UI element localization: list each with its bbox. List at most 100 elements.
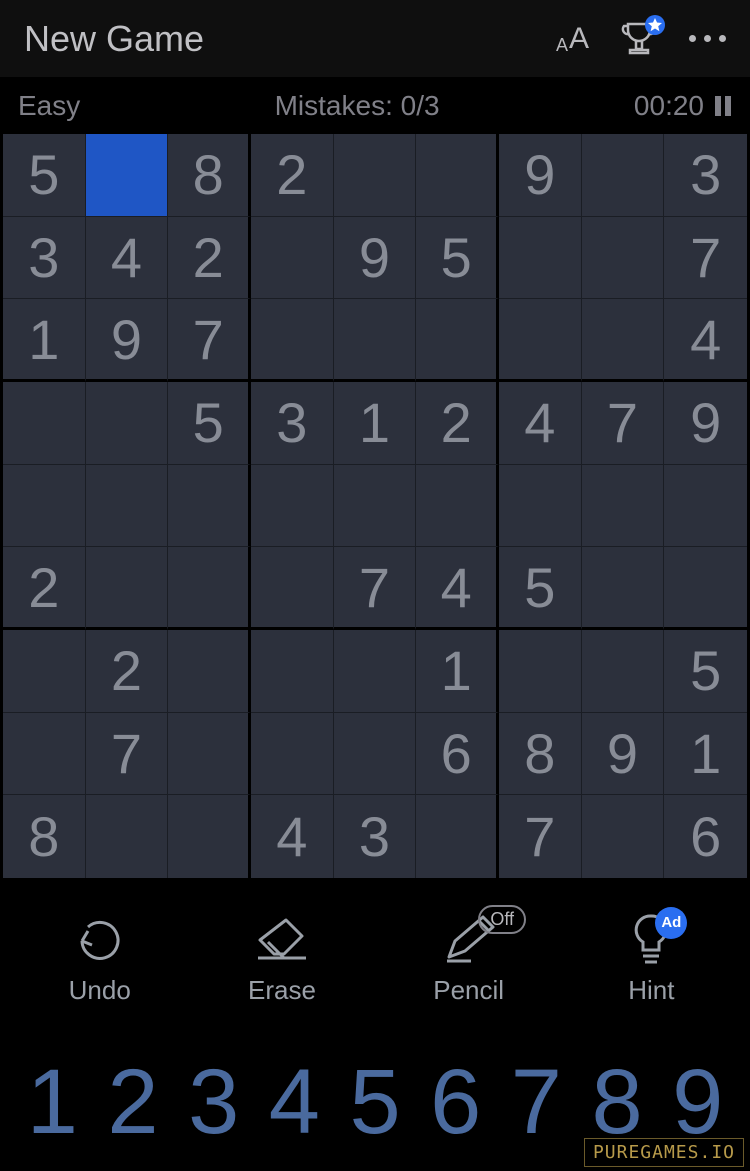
cell-6-0[interactable] [3, 630, 86, 713]
cell-4-0[interactable] [3, 465, 86, 548]
cell-4-4[interactable] [334, 465, 417, 548]
cell-0-8[interactable]: 3 [664, 134, 747, 217]
cell-6-3[interactable] [251, 630, 334, 713]
cell-8-7[interactable] [582, 795, 665, 878]
cell-2-1[interactable]: 9 [86, 299, 169, 382]
cell-7-5[interactable]: 6 [416, 713, 499, 796]
numpad-7[interactable]: 7 [496, 1056, 577, 1148]
cell-5-7[interactable] [582, 547, 665, 630]
numpad-4[interactable]: 4 [254, 1056, 335, 1148]
cell-5-4[interactable]: 7 [334, 547, 417, 630]
cell-6-6[interactable] [499, 630, 582, 713]
cell-2-5[interactable] [416, 299, 499, 382]
cell-8-0[interactable]: 8 [3, 795, 86, 878]
cell-2-4[interactable] [334, 299, 417, 382]
cell-0-5[interactable] [416, 134, 499, 217]
cell-8-3[interactable]: 4 [251, 795, 334, 878]
cell-7-1[interactable]: 7 [86, 713, 169, 796]
cell-5-0[interactable]: 2 [3, 547, 86, 630]
cell-4-6[interactable] [499, 465, 582, 548]
cell-2-8[interactable]: 4 [664, 299, 747, 382]
numpad-3[interactable]: 3 [173, 1056, 254, 1148]
cell-4-5[interactable] [416, 465, 499, 548]
header-right: A A [556, 17, 726, 61]
cell-4-1[interactable] [86, 465, 169, 548]
cell-1-5[interactable]: 5 [416, 217, 499, 300]
cell-1-7[interactable] [582, 217, 665, 300]
numpad-2[interactable]: 2 [93, 1056, 174, 1148]
more-button[interactable] [689, 35, 726, 42]
cell-8-5[interactable] [416, 795, 499, 878]
cell-4-2[interactable] [168, 465, 251, 548]
cell-5-6[interactable]: 5 [499, 547, 582, 630]
cell-0-4[interactable] [334, 134, 417, 217]
cell-5-5[interactable]: 4 [416, 547, 499, 630]
cell-1-3[interactable] [251, 217, 334, 300]
cell-2-2[interactable]: 7 [168, 299, 251, 382]
cell-6-4[interactable] [334, 630, 417, 713]
cell-8-6[interactable]: 7 [499, 795, 582, 878]
cell-4-8[interactable] [664, 465, 747, 548]
pause-button[interactable] [714, 95, 732, 117]
cell-7-7[interactable]: 9 [582, 713, 665, 796]
numpad-5[interactable]: 5 [335, 1056, 416, 1148]
cell-2-7[interactable] [582, 299, 665, 382]
cell-4-7[interactable] [582, 465, 665, 548]
cell-6-8[interactable]: 5 [664, 630, 747, 713]
cell-1-4[interactable]: 9 [334, 217, 417, 300]
cell-1-1[interactable]: 4 [86, 217, 169, 300]
cell-4-3[interactable] [251, 465, 334, 548]
cell-0-6[interactable]: 9 [499, 134, 582, 217]
cell-2-0[interactable]: 1 [3, 299, 86, 382]
cell-7-3[interactable] [251, 713, 334, 796]
cell-3-3[interactable]: 3 [251, 382, 334, 465]
numpad-9[interactable]: 9 [657, 1056, 738, 1148]
cell-1-0[interactable]: 3 [3, 217, 86, 300]
numpad-6[interactable]: 6 [415, 1056, 496, 1148]
cell-1-6[interactable] [499, 217, 582, 300]
cell-5-1[interactable] [86, 547, 169, 630]
cell-7-8[interactable]: 1 [664, 713, 747, 796]
erase-button[interactable]: Erase [248, 911, 316, 1006]
cell-7-2[interactable] [168, 713, 251, 796]
trophy-button[interactable] [617, 17, 661, 61]
cell-6-7[interactable] [582, 630, 665, 713]
cell-7-4[interactable] [334, 713, 417, 796]
cell-6-2[interactable] [168, 630, 251, 713]
hint-button[interactable]: Ad Hint [621, 911, 681, 1006]
cell-3-4[interactable]: 1 [334, 382, 417, 465]
cell-2-6[interactable] [499, 299, 582, 382]
cell-0-1[interactable] [86, 134, 169, 217]
pencil-button[interactable]: Off Pencil [433, 911, 504, 1006]
cell-7-6[interactable]: 8 [499, 713, 582, 796]
cell-6-1[interactable]: 2 [86, 630, 169, 713]
cell-0-3[interactable]: 2 [251, 134, 334, 217]
cell-7-0[interactable] [3, 713, 86, 796]
cell-3-8[interactable]: 9 [664, 382, 747, 465]
cell-1-8[interactable]: 7 [664, 217, 747, 300]
numpad-1[interactable]: 1 [12, 1056, 93, 1148]
cell-0-0[interactable]: 5 [3, 134, 86, 217]
text-size-button[interactable]: A A [556, 22, 589, 56]
cell-8-4[interactable]: 3 [334, 795, 417, 878]
cell-5-2[interactable] [168, 547, 251, 630]
cell-8-8[interactable]: 6 [664, 795, 747, 878]
cell-3-6[interactable]: 4 [499, 382, 582, 465]
cell-2-3[interactable] [251, 299, 334, 382]
cell-3-2[interactable]: 5 [168, 382, 251, 465]
cell-8-1[interactable] [86, 795, 169, 878]
cell-5-3[interactable] [251, 547, 334, 630]
cell-3-1[interactable] [86, 382, 169, 465]
cell-3-7[interactable]: 7 [582, 382, 665, 465]
cell-8-2[interactable] [168, 795, 251, 878]
cell-5-8[interactable] [664, 547, 747, 630]
cell-3-0[interactable] [3, 382, 86, 465]
cell-0-2[interactable]: 8 [168, 134, 251, 217]
cell-0-7[interactable] [582, 134, 665, 217]
cell-6-5[interactable]: 1 [416, 630, 499, 713]
new-game-button[interactable]: New Game [24, 18, 204, 60]
numpad-8[interactable]: 8 [577, 1056, 658, 1148]
cell-1-2[interactable]: 2 [168, 217, 251, 300]
undo-button[interactable]: Undo [69, 911, 131, 1006]
cell-3-5[interactable]: 2 [416, 382, 499, 465]
